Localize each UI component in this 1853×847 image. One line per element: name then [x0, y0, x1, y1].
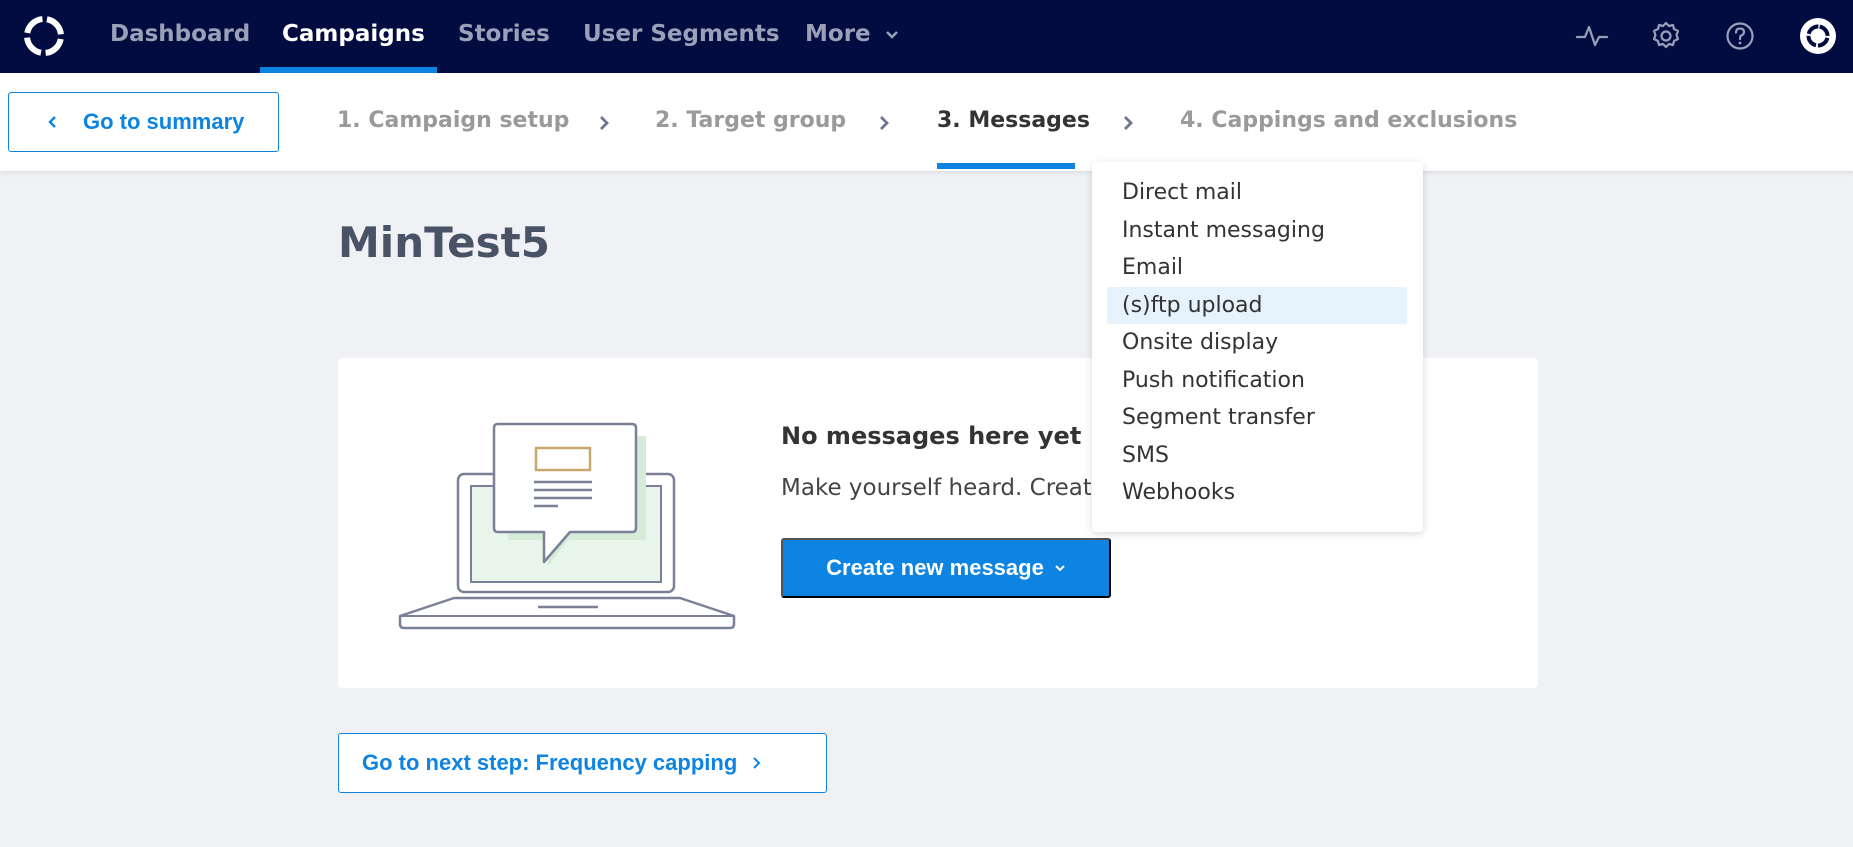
menu-item-instant-messaging[interactable]: Instant messaging — [1107, 212, 1407, 250]
menu-item-segment-transfer[interactable]: Segment transfer — [1107, 399, 1407, 437]
nav-more-label: More — [805, 21, 871, 47]
chevron-right-icon — [753, 757, 761, 769]
menu-item-webhooks[interactable]: Webhooks — [1107, 474, 1407, 512]
nav-campaigns[interactable]: Campaigns — [282, 0, 425, 73]
step-target-group[interactable]: 2. Target group — [655, 73, 846, 171]
nav-stories[interactable]: Stories — [458, 0, 550, 73]
menu-item-sftp-upload[interactable]: (s)ftp upload — [1107, 286, 1407, 324]
help-icon[interactable] — [1721, 17, 1759, 55]
profile-icon[interactable] — [1799, 17, 1837, 55]
chevron-right-icon — [880, 116, 889, 130]
top-navbar: Dashboard Campaigns Stories User Segment… — [0, 0, 1853, 73]
activity-icon[interactable] — [1573, 17, 1611, 55]
chevron-right-icon — [600, 116, 609, 130]
menu-item-onsite-display[interactable]: Onsite display — [1107, 324, 1407, 362]
next-step-label: Go to next step: Frequency capping — [362, 750, 738, 775]
create-new-message-button[interactable]: Create new message — [781, 538, 1111, 598]
app-logo-icon[interactable] — [22, 14, 66, 58]
nav-user-segments[interactable]: User Segments — [583, 0, 780, 73]
step-cappings-and-exclusions[interactable]: 4. Cappings and exclusions — [1180, 73, 1517, 171]
message-type-dropdown: Direct mail Instant messaging Email (s)f… — [1092, 162, 1423, 532]
go-to-summary-label: Go to summary — [83, 109, 245, 134]
menu-item-direct-mail[interactable]: Direct mail — [1107, 174, 1407, 212]
gear-icon[interactable] — [1647, 17, 1685, 55]
chevron-left-icon — [48, 116, 56, 128]
empty-state-heading: No messages here yet — [781, 422, 1082, 450]
wizard-stepbar: Go to summary 1. Campaign setup 2. Targe… — [0, 73, 1853, 171]
step-messages[interactable]: 3. Messages — [937, 73, 1090, 171]
empty-state-text: Make yourself heard. Create a — [781, 475, 1091, 501]
menu-item-sms[interactable]: SMS — [1107, 437, 1407, 475]
next-step-button[interactable]: Go to next step: Frequency capping — [338, 733, 827, 793]
menu-item-email[interactable]: Email — [1107, 249, 1407, 287]
go-to-summary-button[interactable]: Go to summary — [8, 92, 279, 152]
nav-dashboard[interactable]: Dashboard — [110, 0, 250, 73]
step-campaign-setup[interactable]: 1. Campaign setup — [337, 73, 569, 171]
page-title: MinTest5 — [338, 218, 550, 267]
chevron-down-icon — [885, 30, 898, 39]
chevron-down-icon — [1055, 565, 1065, 572]
laptop-message-illustration-icon — [398, 422, 736, 630]
chevron-right-icon — [1124, 116, 1133, 130]
menu-item-push-notification[interactable]: Push notification — [1107, 362, 1407, 400]
nav-more[interactable]: More — [805, 0, 899, 73]
create-new-message-label: Create new message — [826, 555, 1044, 580]
step-active-underline — [937, 163, 1075, 169]
